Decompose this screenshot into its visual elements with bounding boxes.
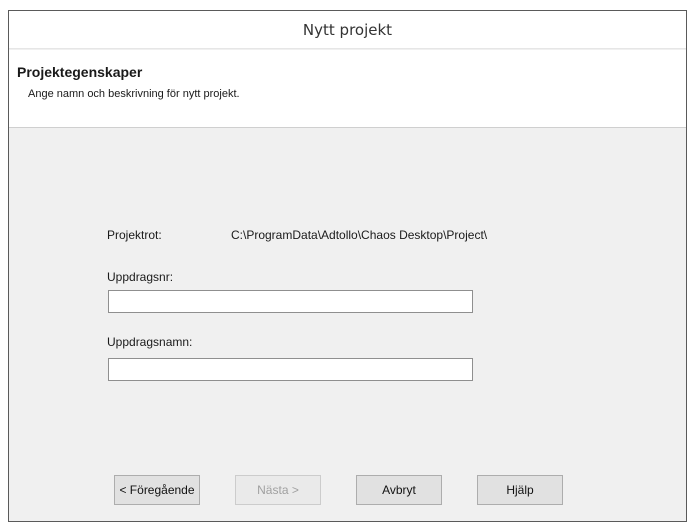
title-bar[interactable]: Nytt projekt [9,11,686,49]
page-heading: Projektegenskaper [17,64,143,80]
next-button[interactable]: Nästa > [235,475,321,505]
project-root-label: Projektrot: [107,228,162,242]
project-root-value: C:\ProgramData\Adtollo\Chaos Desktop\Pro… [231,228,488,242]
page-subheading: Ange namn och beskrivning för nytt proje… [28,88,240,100]
new-project-dialog: Nytt projekt Projektegenskaper Ange namn… [8,10,687,522]
window-title: Nytt projekt [302,21,393,39]
assignment-number-label: Uppdragsnr: [107,270,174,284]
assignment-name-input[interactable] [108,358,473,381]
wizard-header: Projektegenskaper Ange namn och beskrivn… [9,50,686,128]
help-button[interactable]: Hjälp [477,475,563,505]
assignment-name-label: Uppdragsnamn: [107,335,193,349]
assignment-number-input[interactable] [108,290,473,313]
cancel-button[interactable]: Avbryt [356,475,442,505]
previous-button[interactable]: < Föregående [114,475,200,505]
